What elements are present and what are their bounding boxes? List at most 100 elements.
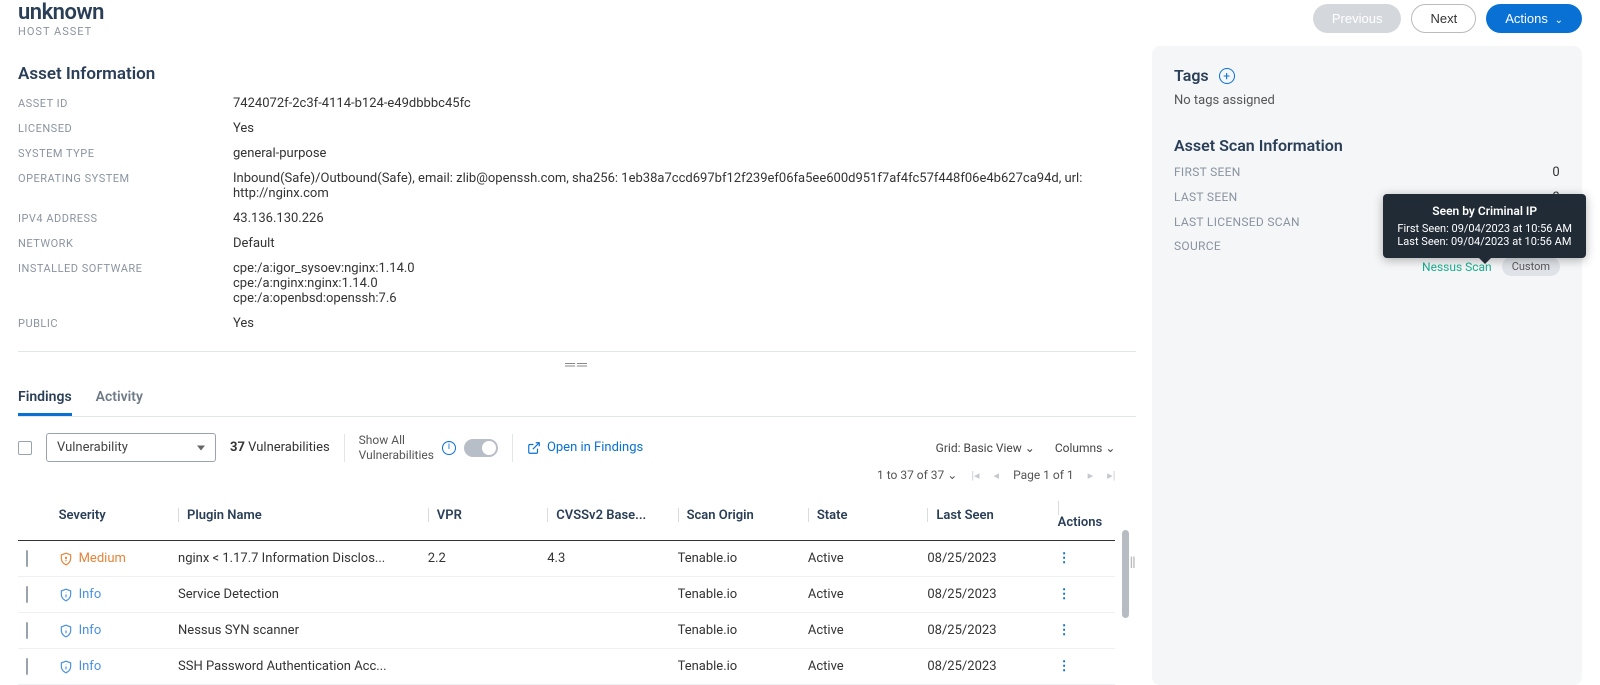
resize-handle-icon[interactable]: ══ [18,356,1136,373]
col-cvss[interactable]: CVSSv2 Base... [556,508,646,523]
severity-cell: Info [59,587,162,602]
add-tag-button[interactable]: + [1219,68,1235,84]
asset-info-title: Asset Information [18,64,1136,84]
chevron-down-icon: ⌄ [1552,15,1563,26]
scan-info-label: FIRST SEEN [1174,165,1241,180]
plugin-cell: SSH Password Authentication Acc... [170,649,420,685]
info-row: IPV4 ADDRESS43.136.130.226 [18,211,1136,226]
cvss-cell: 4.3 [539,541,669,577]
table-row[interactable]: InfoNessus SYN scannerTenable.ioActive08… [18,613,1115,649]
origin-cell: Tenable.io [670,649,800,685]
severity-cell: Info [59,623,162,638]
previous-button[interactable]: Previous [1313,4,1402,33]
vpr-cell [420,613,539,649]
first-page-icon[interactable]: |◂ [971,469,979,482]
cvss-cell [539,613,669,649]
info-value: cpe:/a:igor_sysoev:nginx:1.14.0 cpe:/a:n… [233,261,1136,306]
tab-findings[interactable]: Findings [18,381,72,416]
col-severity[interactable]: Severity [51,490,170,541]
tooltip-line1: First Seen: 09/04/2023 at 10:56 AM [1397,222,1572,235]
info-label: INSTALLED SOFTWARE [18,261,233,275]
row-actions-icon[interactable]: ⋮ [1058,551,1071,566]
last-page-icon[interactable]: ▸| [1107,469,1115,482]
scan-info-label: LAST SEEN [1174,190,1237,205]
row-actions-icon[interactable]: ⋮ [1058,659,1071,674]
info-label: NETWORK [18,236,233,250]
table-row[interactable]: Info SSH Password Authentication Acc... Te… [18,649,1115,685]
tab-activity[interactable]: Activity [96,381,143,416]
lastseen-cell: 08/25/2023 [919,541,1049,577]
grid-view-dropdown[interactable]: Grid: Basic View ⌄ [936,441,1035,455]
severity-cell: Medium [59,551,162,566]
col-state[interactable]: State [817,508,848,523]
no-tags-label: No tags assigned [1174,93,1560,108]
column-resize-handle-icon[interactable]: ‖ [1129,433,1136,685]
vpr-cell: 2.2 [420,541,539,577]
state-cell: Active [800,613,919,649]
divider [18,351,1136,352]
origin-cell: Tenable.io [670,577,800,613]
host-title: unknown [18,0,104,25]
col-origin[interactable]: Scan Origin [687,508,754,523]
row-checkbox[interactable] [26,586,28,603]
vuln-count: 37 Vulnerabilities [230,440,330,455]
lastseen-cell: 08/25/2023 [919,649,1049,685]
vpr-cell [420,649,539,685]
page-label: Page 1 of 1 [1013,468,1074,482]
filter-dropdown[interactable]: Vulnerability [46,433,216,462]
col-vpr[interactable]: VPR [437,508,462,523]
show-all-toggle[interactable] [464,439,498,457]
row-actions-icon[interactable]: ⋮ [1058,623,1071,638]
info-icon[interactable]: i [442,441,456,455]
scan-info-row: FIRST SEEN 0 [1174,165,1560,180]
range-dropdown[interactable]: 1 to 37 of 37 ⌄ [877,468,957,482]
col-actions[interactable]: Actions [1058,515,1103,530]
table-row[interactable]: InfoService DetectionTenable.ioActive08/… [18,577,1115,613]
external-link-icon [527,441,541,455]
cvss-cell [539,649,669,685]
scan-info-label: SOURCE [1174,239,1221,253]
info-label: SYSTEM TYPE [18,146,233,160]
columns-dropdown[interactable]: Columns ⌄ [1055,441,1116,455]
plugin-cell: nginx < 1.17.7 Information Disclos... [170,541,420,577]
next-page-icon[interactable]: ▸ [1088,469,1094,482]
scrollbar-thumb[interactable] [1122,530,1129,618]
seen-by-tooltip: Seen by Criminal IP First Seen: 09/04/20… [1383,194,1586,258]
open-in-findings-link[interactable]: Open in Findings [527,440,643,455]
info-value: Yes [233,316,1136,331]
severity-cell: Info [59,659,162,674]
col-plugin[interactable]: Plugin Name [187,508,262,523]
info-value: general-purpose [233,146,1136,161]
row-checkbox[interactable] [26,550,28,567]
row-checkbox[interactable] [26,622,28,639]
source-custom-badge[interactable]: Custom [1502,257,1560,276]
scan-info-label: LAST LICENSED SCAN [1174,215,1300,229]
origin-cell: Tenable.io [670,613,800,649]
table-row[interactable]: Medium nginx < 1.17.7 Information Disclos… [18,541,1115,577]
info-value: Default [233,236,1136,251]
info-label: IPV4 ADDRESS [18,211,233,225]
actions-button[interactable]: Actions ⌄ [1486,4,1582,33]
separator [512,434,513,462]
tags-title: Tags [1174,66,1209,85]
tooltip-title: Seen by Criminal IP [1397,204,1572,218]
col-last[interactable]: Last Seen [936,508,993,523]
next-button[interactable]: Next [1411,4,1476,33]
select-all-checkbox[interactable] [18,441,32,455]
info-row: SYSTEM TYPEgeneral-purpose [18,146,1136,161]
lastseen-cell: 08/25/2023 [919,577,1049,613]
row-actions-icon[interactable]: ⋮ [1058,587,1071,602]
cvss-cell [539,577,669,613]
info-value: Yes [233,121,1136,136]
info-row: PUBLICYes [18,316,1136,331]
show-all-label: Show All Vulnerabilities [359,433,434,462]
info-label: LICENSED [18,121,233,135]
info-row: LICENSEDYes [18,121,1136,136]
prev-page-icon[interactable]: ◂ [994,469,1000,482]
vpr-cell [420,577,539,613]
separator [344,434,345,462]
row-checkbox[interactable] [26,658,28,675]
info-value: 7424072f-2c3f-4114-b124-e49dbbbc45fc [233,96,1136,111]
scan-info-value: 0 [1552,165,1560,180]
state-cell: Active [800,577,919,613]
